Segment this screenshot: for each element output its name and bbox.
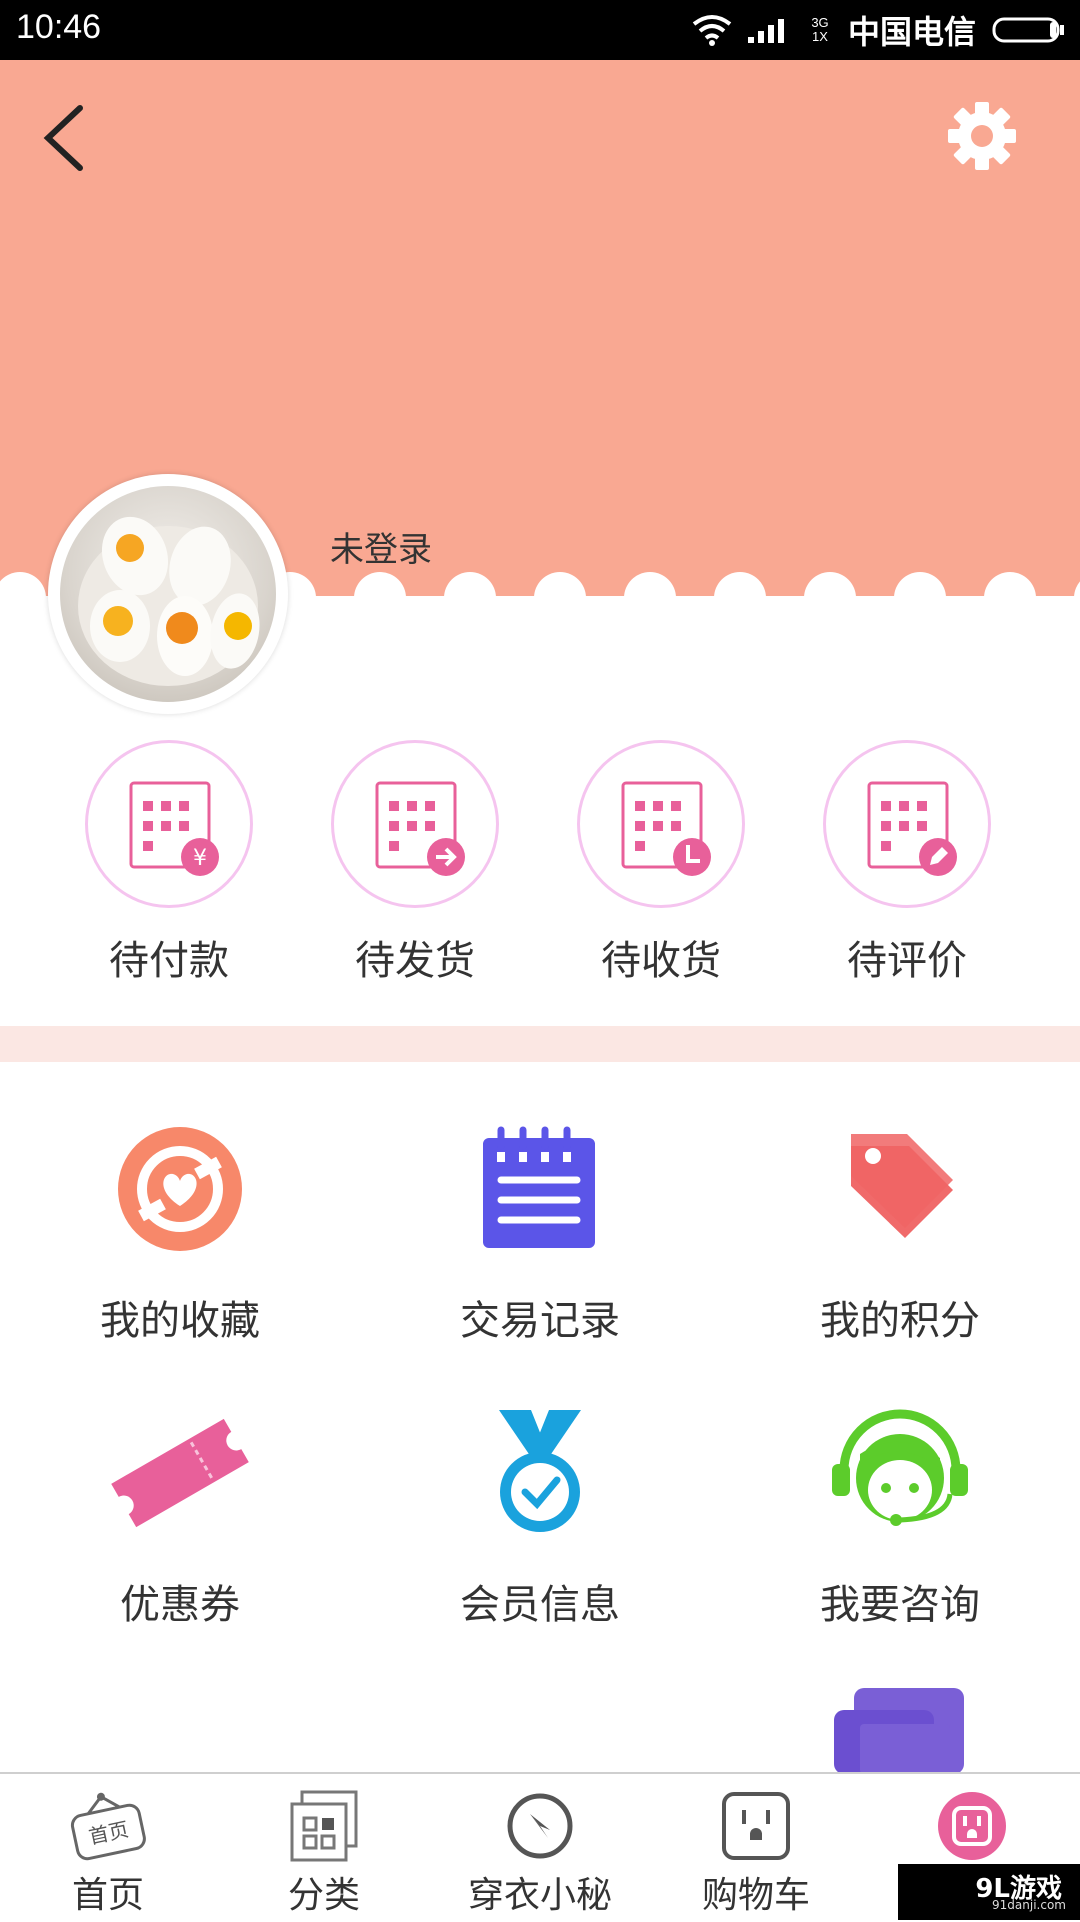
carrier-name: 中国电信 bbox=[847, 13, 976, 51]
order-pending-review[interactable]: 待评价 bbox=[784, 740, 1030, 984]
category-icon bbox=[290, 1790, 358, 1862]
menu-item-member-info[interactable]: 会员信息 bbox=[360, 1408, 720, 1638]
order-pending-receipt[interactable]: 待收货 bbox=[538, 740, 784, 984]
pending-payment-icon: ¥ bbox=[129, 781, 219, 876]
status-time: 10:46 bbox=[16, 8, 102, 46]
menu-label: 会员信息 bbox=[460, 1582, 620, 1628]
nav-label: 穿衣小秘 bbox=[467, 1875, 612, 1916]
headset-icon bbox=[832, 1409, 968, 1526]
status-bar: 10:46 3G 1X 中国电信 bbox=[0, 0, 1080, 60]
menu-item-coupons[interactable]: 优惠券 bbox=[0, 1408, 360, 1638]
menu-label: 优惠券 bbox=[120, 1582, 240, 1628]
avatar-photo bbox=[78, 516, 260, 686]
menu-grid-row-1: 我的收藏 交易记录 我的积分 bbox=[0, 1124, 1080, 1354]
nav-style-assistant[interactable]: 穿衣小秘 bbox=[432, 1774, 648, 1922]
profile-outlet-icon bbox=[938, 1792, 1006, 1860]
settings-gear-icon[interactable] bbox=[942, 96, 1022, 176]
nav-category[interactable]: 分类 bbox=[216, 1774, 432, 1922]
section-divider bbox=[0, 1026, 1080, 1062]
pending-shipment-icon bbox=[375, 781, 465, 876]
order-label: 待发货 bbox=[355, 938, 475, 984]
menu-item-transactions[interactable]: 交易记录 bbox=[360, 1124, 720, 1354]
watermark: 9L游戏 91danji.com bbox=[898, 1864, 1080, 1920]
tag-icon bbox=[851, 1134, 953, 1238]
back-icon[interactable] bbox=[36, 98, 96, 178]
pending-review-icon bbox=[867, 781, 957, 876]
menu-label: 我的积分 bbox=[820, 1298, 980, 1344]
menu-item-points[interactable]: 我的积分 bbox=[720, 1124, 1080, 1354]
nav-label: 购物车 bbox=[701, 1875, 810, 1916]
notepad-icon bbox=[483, 1126, 595, 1248]
order-label: 待付款 bbox=[109, 938, 229, 984]
svg-text:¥: ¥ bbox=[193, 846, 207, 871]
order-status-row: ¥ 待付款 待发货 待收货 待评价 bbox=[46, 740, 1030, 984]
menu-label: 交易记录 bbox=[460, 1298, 620, 1344]
menu-item-consult[interactable]: 我要咨询 bbox=[720, 1408, 1080, 1638]
menu-grid-row-2: 优惠券 会员信息 我要咨询 bbox=[0, 1408, 1080, 1638]
compass-icon bbox=[507, 1793, 573, 1859]
order-pending-payment[interactable]: ¥ 待付款 bbox=[46, 740, 292, 984]
watermark-url: 91danji.com bbox=[992, 1898, 1066, 1912]
heart-icon bbox=[118, 1127, 242, 1251]
wifi-icon bbox=[692, 15, 732, 46]
nav-label: 分类 bbox=[287, 1875, 360, 1916]
menu-label: 我要咨询 bbox=[820, 1582, 980, 1628]
battery-icon bbox=[992, 17, 1064, 43]
menu-label: 我的收藏 bbox=[100, 1298, 260, 1344]
medal-icon bbox=[499, 1410, 581, 1532]
nav-cart[interactable]: 购物车 bbox=[648, 1774, 864, 1922]
avatar[interactable] bbox=[48, 474, 288, 714]
login-status[interactable]: 未登录 bbox=[330, 522, 432, 571]
menu-item-favorites[interactable]: 我的收藏 bbox=[0, 1124, 360, 1354]
nav-home[interactable]: 首页 首页 bbox=[0, 1774, 216, 1922]
nav-label: 首页 bbox=[71, 1875, 144, 1916]
order-pending-shipment[interactable]: 待发货 bbox=[292, 740, 538, 984]
chat-icon[interactable] bbox=[834, 1688, 966, 1774]
home-sign-icon: 首页 bbox=[70, 1792, 146, 1861]
pending-receipt-icon bbox=[621, 781, 711, 876]
ticket-icon bbox=[111, 1418, 249, 1528]
signal-icon bbox=[747, 19, 784, 43]
network-type: 3G 1X bbox=[811, 15, 829, 44]
order-label: 待评价 bbox=[847, 938, 967, 984]
order-label: 待收货 bbox=[601, 938, 721, 984]
cart-outlet-icon bbox=[722, 1792, 790, 1860]
